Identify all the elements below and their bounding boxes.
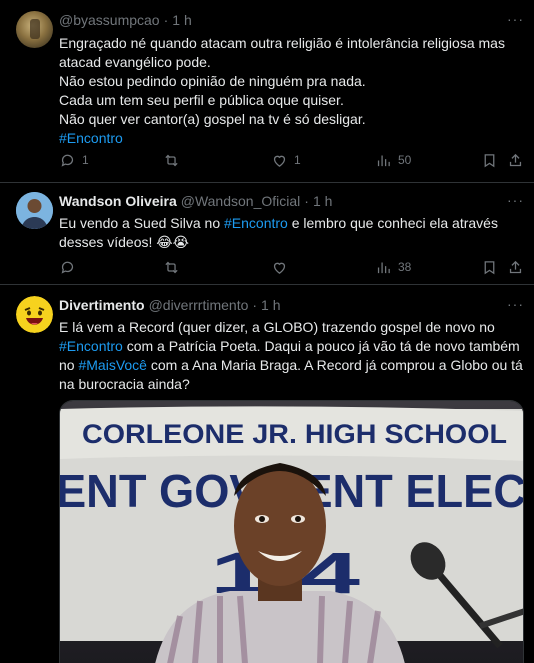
text-line: desses vídeos! 😂😭 [59, 234, 189, 250]
reply-icon [61, 261, 74, 274]
tweet-text: Eu vendo a Sued Silva no #Encontro e lem… [59, 214, 524, 252]
text-segment: Eu vendo a Sued Silva no [59, 215, 225, 231]
author-handle[interactable]: @byassumpcao [59, 12, 160, 28]
hashtag-link[interactable]: #Encontro [59, 130, 123, 146]
author-handle[interactable]: @diverrrtimento [149, 297, 249, 313]
tweet-header: Wandson Oliveira @Wandson_Oficial · 1 h … [59, 192, 524, 210]
hashtag-link[interactable]: #MaisVocê [78, 357, 146, 373]
banner-line-1: CORLEONE JR. HIGH SCHOOL [82, 419, 507, 449]
views-button[interactable]: 50 [375, 152, 411, 169]
retweet-icon [165, 154, 178, 166]
text-line: Não quer ver cantor(a) gospel na tv é só… [59, 111, 366, 127]
more-options-icon[interactable]: ··· [507, 192, 524, 208]
author-handle[interactable]: @Wandson_Oficial [181, 193, 301, 209]
hashtag-link[interactable]: #Encontro [59, 338, 123, 354]
share-button[interactable] [507, 259, 524, 276]
like-count: 1 [294, 153, 301, 167]
views-button[interactable]: 38 [375, 259, 411, 276]
text-line: Engraçado né quando atacam outra religiã… [59, 35, 505, 51]
tweet-header: @byassumpcao · 1 h ··· [59, 11, 524, 29]
text-segment: com a Patrícia Poeta. Daqui a pouco já v… [122, 338, 520, 354]
text-segment: no [59, 357, 79, 373]
bookmark-button[interactable] [481, 152, 498, 169]
heart-icon [273, 262, 286, 274]
avatar[interactable] [16, 296, 53, 333]
avatar[interactable] [16, 192, 53, 229]
tweet-1[interactable]: @byassumpcao · 1 h ··· Engraçado né quan… [0, 0, 534, 183]
tweet-media-image[interactable]: CORLEONE JR. HIGH SCHOOL ENT GOVE ENT EL… [59, 400, 524, 663]
separator-dot: · [252, 297, 258, 313]
action-bar: 38 [59, 257, 524, 277]
bookmark-button[interactable] [481, 259, 498, 276]
author-name[interactable]: Wandson Oliveira [59, 193, 177, 209]
more-options-icon[interactable]: ··· [507, 296, 524, 312]
tweet-text: E lá vem a Record (quer dizer, a GLOBO) … [59, 318, 524, 394]
text-line: E lá vem a Record (quer dizer, a GLOBO) … [59, 319, 495, 335]
timestamp[interactable]: 1 h [261, 297, 280, 313]
text-segment: e lembro que conheci ela através [287, 215, 498, 231]
author-name[interactable]: Divertimento [59, 297, 145, 313]
heart-icon [273, 155, 286, 167]
like-button[interactable] [271, 259, 294, 276]
tweet-text: Engraçado né quando atacam outra religiã… [59, 34, 524, 148]
text-line: Cada um tem seu perfil e pública oque qu… [59, 92, 344, 108]
views-icon [377, 155, 390, 166]
more-options-icon[interactable]: ··· [507, 11, 524, 27]
share-icon [509, 153, 522, 166]
separator-dot: · [163, 12, 169, 28]
retweet-button[interactable] [163, 152, 186, 169]
separator-dot: · [304, 193, 309, 209]
tweet-header: Divertimento @diverrrtimento · 1 h ··· [59, 296, 524, 314]
action-bar: 1 1 50 [59, 150, 524, 170]
share-button[interactable] [507, 152, 524, 169]
bookmark-icon [484, 260, 495, 274]
like-button[interactable]: 1 [271, 152, 301, 169]
reply-button[interactable] [59, 259, 82, 276]
text-line: na burocracia ainda? [59, 376, 190, 392]
timestamp[interactable]: 1 h [313, 193, 332, 209]
text-segment: com a Ana Maria Braga. A Record já compr… [146, 357, 523, 373]
timestamp[interactable]: 1 h [172, 12, 191, 28]
text-line: Não estou pedindo opinião de ninguém pra… [59, 73, 366, 89]
view-count: 38 [398, 260, 412, 274]
retweet-button[interactable] [163, 259, 186, 276]
share-icon [509, 260, 522, 273]
tweet-2[interactable]: Wandson Oliveira @Wandson_Oficial · 1 h … [0, 183, 534, 285]
retweet-icon [165, 261, 178, 273]
bookmark-icon [484, 153, 495, 167]
view-count: 50 [398, 153, 412, 167]
hashtag-link[interactable]: #Encontro [224, 215, 288, 231]
reply-count: 1 [82, 153, 89, 167]
media-photo: CORLEONE JR. HIGH SCHOOL ENT GOVE ENT EL… [60, 401, 523, 663]
avatar[interactable] [16, 11, 53, 48]
reply-icon [61, 154, 74, 167]
views-icon [377, 262, 390, 273]
text-line: atacad evangélico pode. [59, 54, 211, 70]
reply-button[interactable]: 1 [59, 152, 89, 169]
